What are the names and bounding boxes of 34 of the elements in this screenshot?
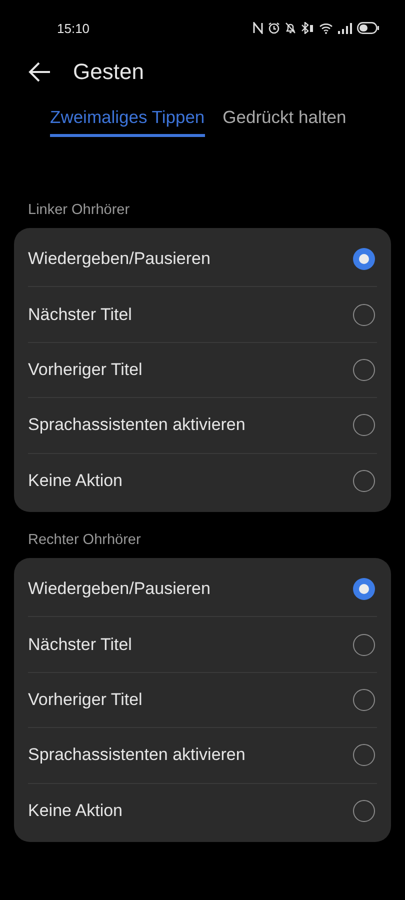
section-title: Linker Ohrhörer xyxy=(27,201,131,218)
option-label: Vorheriger Titel xyxy=(28,360,142,380)
option-label: Sprachassistenten aktivieren xyxy=(28,415,246,436)
option-label: Wiedergeben/Pausieren xyxy=(28,249,210,270)
option-label: Wiedergeben/Pausieren xyxy=(28,579,210,600)
signal-icon xyxy=(338,22,352,34)
tab[interactable]: Gedrückt halten xyxy=(222,107,346,137)
radio-button[interactable] xyxy=(353,358,375,381)
radio-button[interactable] xyxy=(353,744,375,766)
page-title: Gesten xyxy=(73,59,144,85)
radio-button[interactable] xyxy=(353,470,375,492)
nfc-icon xyxy=(253,22,263,34)
status-time: 15:10 xyxy=(57,20,90,36)
wifi-icon xyxy=(319,22,333,34)
tab[interactable]: Zweimaliges Tippen xyxy=(50,107,205,137)
option-label: Sprachassistenten aktivieren xyxy=(28,745,246,766)
section-title: Rechter Ohrhörer xyxy=(27,530,142,548)
radio-button[interactable] xyxy=(353,304,375,326)
back-arrow-icon[interactable] xyxy=(28,60,52,84)
muted-bell-icon xyxy=(285,22,296,34)
bluetooth-icon xyxy=(301,22,314,34)
radio-button[interactable] xyxy=(353,248,375,270)
radio-button[interactable] xyxy=(353,634,375,656)
alarm-icon xyxy=(268,22,280,34)
radio-button[interactable] xyxy=(353,800,375,822)
option-label: Nächster Titel xyxy=(28,304,132,325)
radio-button[interactable] xyxy=(353,414,375,436)
radio-button[interactable] xyxy=(353,688,375,711)
radio-button[interactable] xyxy=(353,578,375,600)
option-label: Keine Aktion xyxy=(28,800,123,821)
option-label: Nächster Titel xyxy=(28,634,132,655)
option-label: Vorheriger Titel xyxy=(28,690,142,710)
battery-icon xyxy=(357,22,379,34)
option-label: Keine Aktion xyxy=(28,470,123,491)
